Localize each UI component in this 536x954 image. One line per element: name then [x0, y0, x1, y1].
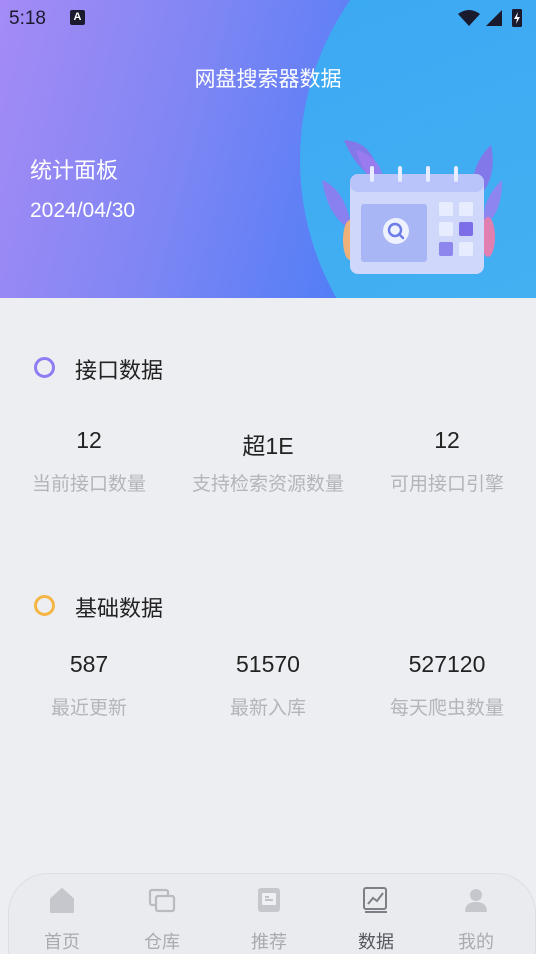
- notification-icon: A: [70, 10, 85, 25]
- stat-label: 可用接口引擎: [389, 473, 504, 495]
- stat-recent-updates: 587 最近更新: [0, 651, 178, 720]
- system-status-icons: [458, 9, 522, 27]
- repository-icon: [148, 888, 176, 913]
- section-title: 接口数据: [75, 359, 164, 384]
- tab-data[interactable]: 数据: [326, 874, 426, 954]
- stat-daily-crawler-count: 527120 每天爬虫数量: [358, 651, 536, 720]
- purple-ring-icon: [34, 357, 55, 378]
- section-title: 基础数据: [75, 597, 164, 622]
- orange-ring-icon: [34, 595, 55, 616]
- stat-value: 527120: [408, 651, 486, 677]
- basic-stats-row: 587 最近更新 51570 最新入库 527120 每天爬虫数量: [0, 651, 536, 731]
- board-date: 2024/04/30: [30, 199, 136, 222]
- interface-stats-row: 12 当前接口数量 超1E 支持检索资源数量 12 可用接口引擎: [0, 427, 536, 507]
- stat-label: 当前接口数量: [31, 473, 146, 495]
- stat-value: 超1E: [242, 433, 294, 459]
- home-icon: [50, 888, 74, 913]
- stat-value: 12: [434, 427, 460, 453]
- calendar-illustration: [322, 140, 502, 274]
- tab-repository[interactable]: 仓库: [112, 874, 212, 954]
- tab-label: 我的: [458, 932, 494, 953]
- stat-available-engines: 12 可用接口引擎: [358, 427, 536, 496]
- tab-label: 数据: [358, 932, 394, 953]
- stat-label: 每天爬虫数量: [389, 697, 504, 719]
- tab-recommend[interactable]: 推荐: [219, 874, 319, 954]
- stat-value: 51570: [236, 651, 300, 677]
- status-bar: 5:18 A: [0, 0, 536, 36]
- bottom-tab-bar: 首页 仓库 推荐 数据 我的: [8, 873, 536, 954]
- stat-value: 12: [76, 427, 102, 453]
- stat-value: 587: [69, 651, 109, 677]
- status-time: 5:18: [9, 8, 46, 29]
- tab-label: 推荐: [251, 932, 287, 953]
- hero-banner: 5:18 A 网盘搜索器数据 统计面板 2024/04/30: [0, 0, 536, 298]
- stat-label: 支持检索资源数量: [191, 473, 344, 495]
- stat-current-interface-count: 12 当前接口数量: [0, 427, 178, 496]
- chart-icon: [363, 887, 387, 913]
- tab-label: 首页: [44, 932, 80, 953]
- recommend-icon: [258, 888, 280, 912]
- stat-searchable-resource-count: 超1E 支持检索资源数量: [179, 427, 357, 496]
- stat-label: 最新入库: [229, 697, 306, 719]
- tab-home[interactable]: 首页: [12, 874, 112, 954]
- stat-latest-stored: 51570 最新入库: [179, 651, 357, 720]
- signal-icon: [486, 10, 502, 26]
- stat-label: 最近更新: [50, 697, 127, 719]
- tab-label: 仓库: [144, 932, 180, 953]
- board-title: 统计面板: [30, 159, 119, 184]
- tab-profile[interactable]: 我的: [426, 874, 526, 954]
- profile-icon: [465, 889, 487, 912]
- wifi-icon: [458, 10, 480, 26]
- page-title: 网盘搜索器数据: [194, 67, 342, 91]
